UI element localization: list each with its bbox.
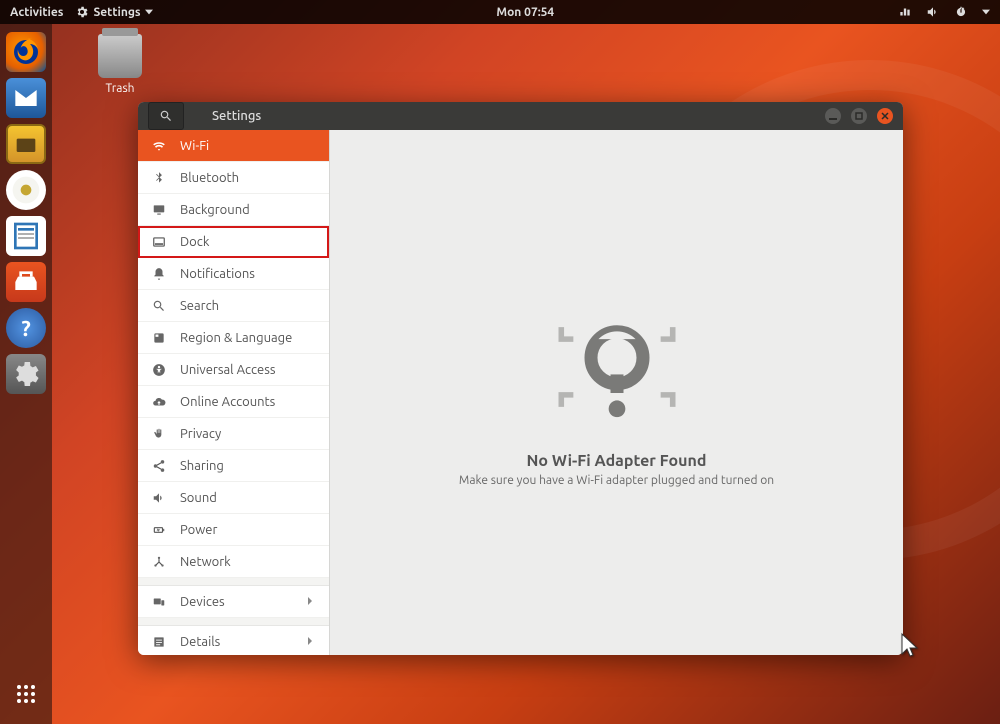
sidebar-item-label: Sharing	[180, 459, 224, 473]
sidebar-item-network[interactable]: Network	[138, 546, 329, 578]
details-icon	[152, 635, 166, 649]
sidebar-item-label: Network	[180, 555, 231, 569]
sidebar-item-search[interactable]: Search	[138, 290, 329, 322]
sidebar-item-wifi[interactable]: Wi-Fi	[138, 130, 329, 162]
search-icon	[159, 109, 173, 123]
sidebar-item-sound[interactable]: Sound	[138, 482, 329, 514]
search-button[interactable]	[148, 102, 184, 130]
speaker-icon	[152, 491, 166, 505]
bell-icon	[152, 267, 166, 281]
placeholder-icon	[552, 302, 682, 432]
sidebar-item-label: Search	[180, 299, 219, 313]
activities-button[interactable]: Activities	[10, 6, 63, 19]
desktop-icon	[152, 203, 166, 217]
close-button[interactable]	[877, 108, 893, 124]
dropdown-icon	[982, 9, 990, 15]
app-menu-label: Settings	[93, 6, 140, 19]
sidebar-item-label: Background	[180, 203, 250, 217]
sidebar-item-label: Region & Language	[180, 331, 292, 345]
volume-icon	[926, 5, 940, 19]
sidebar-item-label: Devices	[180, 595, 225, 609]
clock[interactable]: Mon 07:54	[153, 6, 898, 19]
battery-icon	[152, 523, 166, 537]
content-title: No Wi-Fi Adapter Found	[527, 452, 707, 470]
window-title: Settings	[184, 109, 825, 123]
share-icon	[152, 459, 166, 473]
sidebar-item-power[interactable]: Power	[138, 514, 329, 546]
hand-icon	[152, 427, 166, 441]
settings-content-area: No Wi-Fi Adapter Found Make sure you hav…	[330, 130, 903, 655]
dock-files[interactable]	[6, 124, 46, 164]
sidebar-item-label: Universal Access	[180, 363, 275, 377]
content-subtitle: Make sure you have a Wi-Fi adapter plugg…	[459, 474, 774, 487]
chevron-right-icon	[305, 635, 315, 649]
power-icon	[954, 5, 968, 19]
dock-settings[interactable]	[6, 354, 46, 394]
globe-icon	[152, 331, 166, 345]
accessibility-icon	[152, 363, 166, 377]
devices-icon	[152, 595, 166, 609]
sidebar-item-label: Notifications	[180, 267, 255, 281]
sidebar-item-notifications[interactable]: Notifications	[138, 258, 329, 290]
gnome-top-bar: Activities Settings Mon 07:54	[0, 0, 1000, 24]
dock-rhythmbox[interactable]	[6, 170, 46, 210]
sidebar-item-bluetooth[interactable]: Bluetooth	[138, 162, 329, 194]
sidebar-item-sharing[interactable]: Sharing	[138, 450, 329, 482]
show-applications[interactable]	[6, 674, 46, 714]
app-menu[interactable]: Settings	[75, 5, 152, 19]
settings-window: Settings Wi-Fi Bluetooth Background Dock Not…	[138, 102, 903, 655]
window-titlebar[interactable]: Settings	[138, 102, 903, 130]
ubuntu-dock: ?	[0, 24, 52, 724]
dropdown-icon	[145, 9, 153, 15]
trash-label: Trash	[85, 82, 155, 95]
sidebar-item-devices[interactable]: Devices	[138, 586, 329, 618]
sidebar-item-label: Bluetooth	[180, 171, 239, 185]
sidebar-item-label: Online Accounts	[180, 395, 275, 409]
sidebar-separator	[138, 618, 329, 626]
network-icon	[152, 555, 166, 569]
dock-firefox[interactable]	[6, 32, 46, 72]
system-tray[interactable]	[898, 5, 990, 19]
dock-help[interactable]: ?	[6, 308, 46, 348]
chevron-right-icon	[305, 595, 315, 609]
desktop-trash[interactable]: Trash	[85, 34, 155, 95]
settings-sidebar: Wi-Fi Bluetooth Background Dock Notification…	[138, 130, 330, 655]
search-icon	[152, 299, 166, 313]
sidebar-item-label: Details	[180, 635, 220, 649]
svg-text:?: ?	[21, 317, 30, 341]
sidebar-item-dock[interactable]: Dock	[138, 226, 329, 258]
sidebar-item-label: Sound	[180, 491, 217, 505]
maximize-button[interactable]	[851, 108, 867, 124]
wifi-icon	[152, 139, 166, 153]
sidebar-item-region[interactable]: Region & Language	[138, 322, 329, 354]
minimize-button[interactable]	[825, 108, 841, 124]
dock-software[interactable]	[6, 262, 46, 302]
sidebar-item-label: Privacy	[180, 427, 221, 441]
dock-icon	[152, 235, 166, 249]
sidebar-item-label: Dock	[180, 235, 209, 249]
sidebar-item-label: Power	[180, 523, 217, 537]
mouse-cursor	[900, 632, 920, 664]
trash-icon	[98, 34, 142, 78]
sidebar-item-details[interactable]: Details	[138, 626, 329, 655]
dock-writer[interactable]	[6, 216, 46, 256]
sidebar-item-access[interactable]: Universal Access	[138, 354, 329, 386]
sidebar-item-privacy[interactable]: Privacy	[138, 418, 329, 450]
sidebar-item-online[interactable]: Online Accounts	[138, 386, 329, 418]
sidebar-item-label: Wi-Fi	[180, 139, 209, 153]
sidebar-item-background[interactable]: Background	[138, 194, 329, 226]
cloud-icon	[152, 395, 166, 409]
settings-app-icon	[75, 5, 89, 19]
network-icon	[898, 5, 912, 19]
sidebar-separator	[138, 578, 329, 586]
bluetooth-icon	[152, 171, 166, 185]
dock-thunderbird[interactable]	[6, 78, 46, 118]
